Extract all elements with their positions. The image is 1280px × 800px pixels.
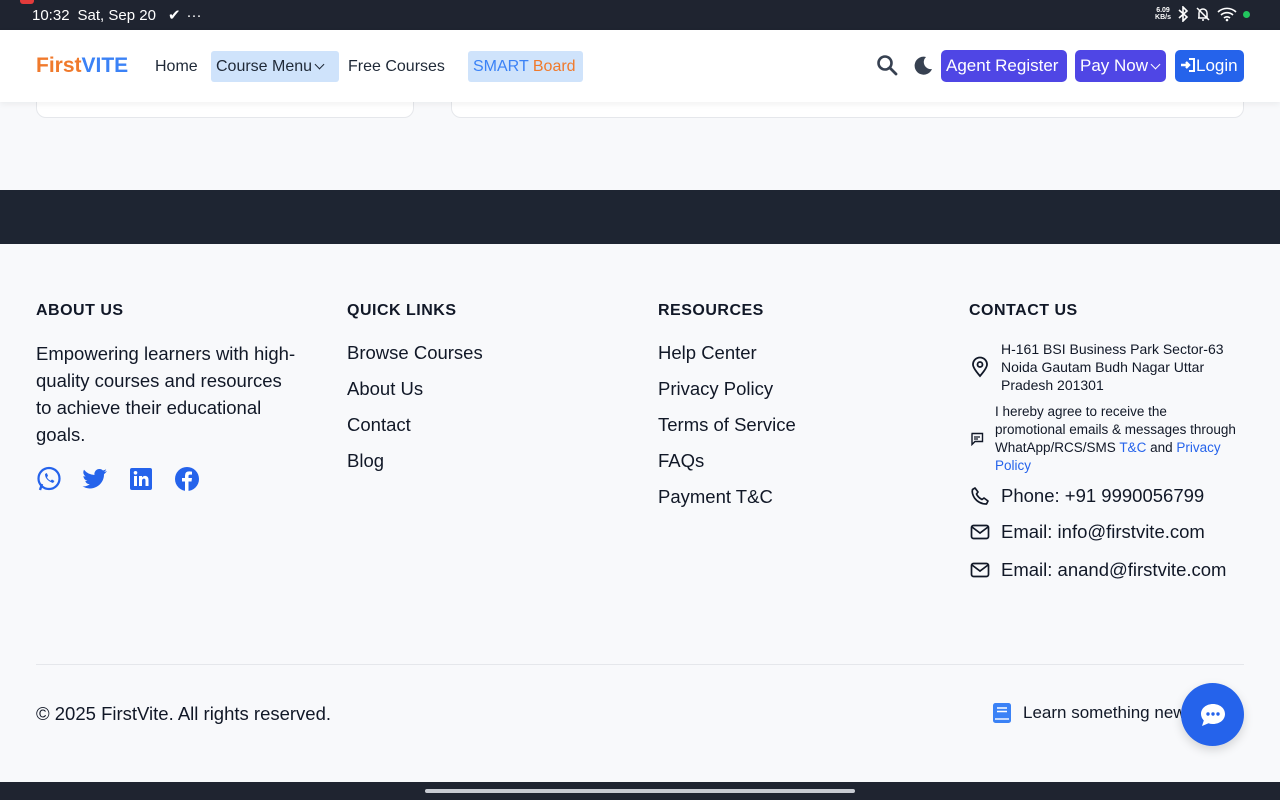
pay-now-label: Pay Now (1080, 56, 1149, 75)
consent-text-block: I hereby agree to receive the promotiona… (995, 403, 1239, 475)
login-label: Login (1196, 56, 1238, 75)
quick-links-heading: QUICK LINKS (347, 302, 457, 319)
notifications-off-icon (1196, 7, 1210, 21)
contact-email-anand[interactable]: Email: anand@firstvite.com (969, 556, 1229, 583)
dark-mode-moon-icon[interactable] (912, 54, 936, 78)
location-pin-icon (969, 356, 991, 378)
footer-top-band (0, 190, 1280, 244)
active-indicator-dot (1243, 10, 1250, 18)
login-button[interactable]: Login (1175, 50, 1244, 82)
network-speed-value: 6.09 (1156, 7, 1170, 14)
resource-privacy-policy[interactable]: Privacy Policy (658, 377, 796, 413)
network-speed-unit: KB/s (1155, 14, 1171, 21)
pay-now-button[interactable]: Pay Now (1075, 50, 1166, 82)
logo-first: First (36, 54, 82, 77)
message-icon (969, 428, 985, 450)
contact-email-info[interactable]: Email: info@firstvite.com (969, 521, 1205, 543)
nav-home-link[interactable]: Home (155, 51, 198, 82)
gesture-handle[interactable] (425, 789, 855, 793)
learn-text: Learn something new (1023, 703, 1186, 722)
quick-link-contact[interactable]: Contact (347, 413, 483, 449)
chevron-down-icon (1150, 59, 1161, 70)
resource-payment-tc[interactable]: Payment T&C (658, 485, 796, 521)
resource-help-center[interactable]: Help Center (658, 341, 796, 377)
address-text: H-161 BSI Business Park Sector-63 Noida … (1001, 341, 1224, 393)
social-links (36, 466, 200, 492)
contact-address: H-161 BSI Business Park Sector-63 Noida … (969, 340, 1239, 394)
search-icon[interactable] (876, 54, 900, 78)
login-icon (1181, 58, 1195, 72)
smart-label: SMART (473, 58, 529, 75)
course-menu-label: Course Menu (216, 58, 313, 75)
nav-smart-board-link[interactable]: SMART Board (468, 51, 583, 82)
mail-icon (969, 521, 991, 543)
nav-free-courses-link[interactable]: Free Courses (348, 51, 445, 82)
chevron-down-icon (314, 59, 325, 70)
top-navbar: FirstVITE Home Course Menu Free Courses … (0, 30, 1280, 102)
consent-tc-link[interactable]: T&C (1119, 440, 1146, 455)
book-icon (991, 702, 1013, 724)
contact-consent: I hereby agree to receive the promotiona… (969, 403, 1239, 475)
resource-faqs[interactable]: FAQs (658, 449, 796, 485)
contact-us-heading: CONTACT US (969, 302, 1078, 319)
board-label: Board (532, 58, 576, 75)
learn-something-new: Learn something new (991, 702, 1191, 724)
whatsapp-icon[interactable] (36, 466, 62, 492)
resources-heading: RESOURCES (658, 302, 764, 319)
twitter-icon[interactable] (82, 466, 108, 492)
phone-icon (969, 485, 991, 507)
network-speed: 6.09 KB/s (1155, 7, 1171, 21)
check-icon: ✔ (167, 7, 181, 24)
contact-phone[interactable]: Phone: +91 9990056799 (969, 485, 1204, 507)
quick-link-about-us[interactable]: About Us (347, 377, 483, 413)
wifi-icon (1217, 7, 1237, 22)
about-us-heading: ABOUT US (36, 302, 124, 319)
resources-list: Help Center Privacy Policy Terms of Serv… (658, 341, 796, 521)
more-notifications-icon: ··· (186, 6, 202, 24)
consent-and: and (1150, 440, 1173, 455)
recording-indicator (20, 0, 34, 4)
about-us-text: Empowering learners with high-quality co… (36, 343, 296, 445)
bluetooth-icon (1178, 6, 1189, 22)
linkedin-icon[interactable] (128, 466, 154, 492)
email-anand-text: Email: anand@firstvite.com (1001, 559, 1227, 580)
status-date: Sat, Sep 20 (77, 6, 156, 24)
quick-link-blog[interactable]: Blog (347, 449, 483, 485)
logo-vite: VITE (81, 54, 129, 77)
firstvite-logo[interactable]: FirstVITE (36, 54, 128, 78)
mail-icon (969, 559, 991, 581)
system-status-bar: 10:32 Sat, Sep 20 ✔ ··· 6.09 KB/s (0, 0, 1280, 30)
resource-terms-of-service[interactable]: Terms of Service (658, 413, 796, 449)
footer-divider (36, 664, 1244, 665)
facebook-icon[interactable] (174, 466, 200, 492)
chat-support-button[interactable] (1181, 683, 1244, 746)
status-time: 10:32 (32, 6, 70, 24)
phone-text: Phone: +91 9990056799 (1001, 485, 1205, 506)
copyright-text: © 2025 FirstVite. All rights reserved. (36, 703, 332, 724)
quick-links-list: Browse Courses About Us Contact Blog (347, 341, 483, 485)
chat-icon (1200, 703, 1225, 726)
agent-register-button[interactable]: Agent Register (941, 50, 1067, 82)
email-info-text: Email: info@firstvite.com (1001, 521, 1205, 542)
nav-course-menu[interactable]: Course Menu (211, 51, 339, 82)
quick-link-browse-courses[interactable]: Browse Courses (347, 341, 483, 377)
